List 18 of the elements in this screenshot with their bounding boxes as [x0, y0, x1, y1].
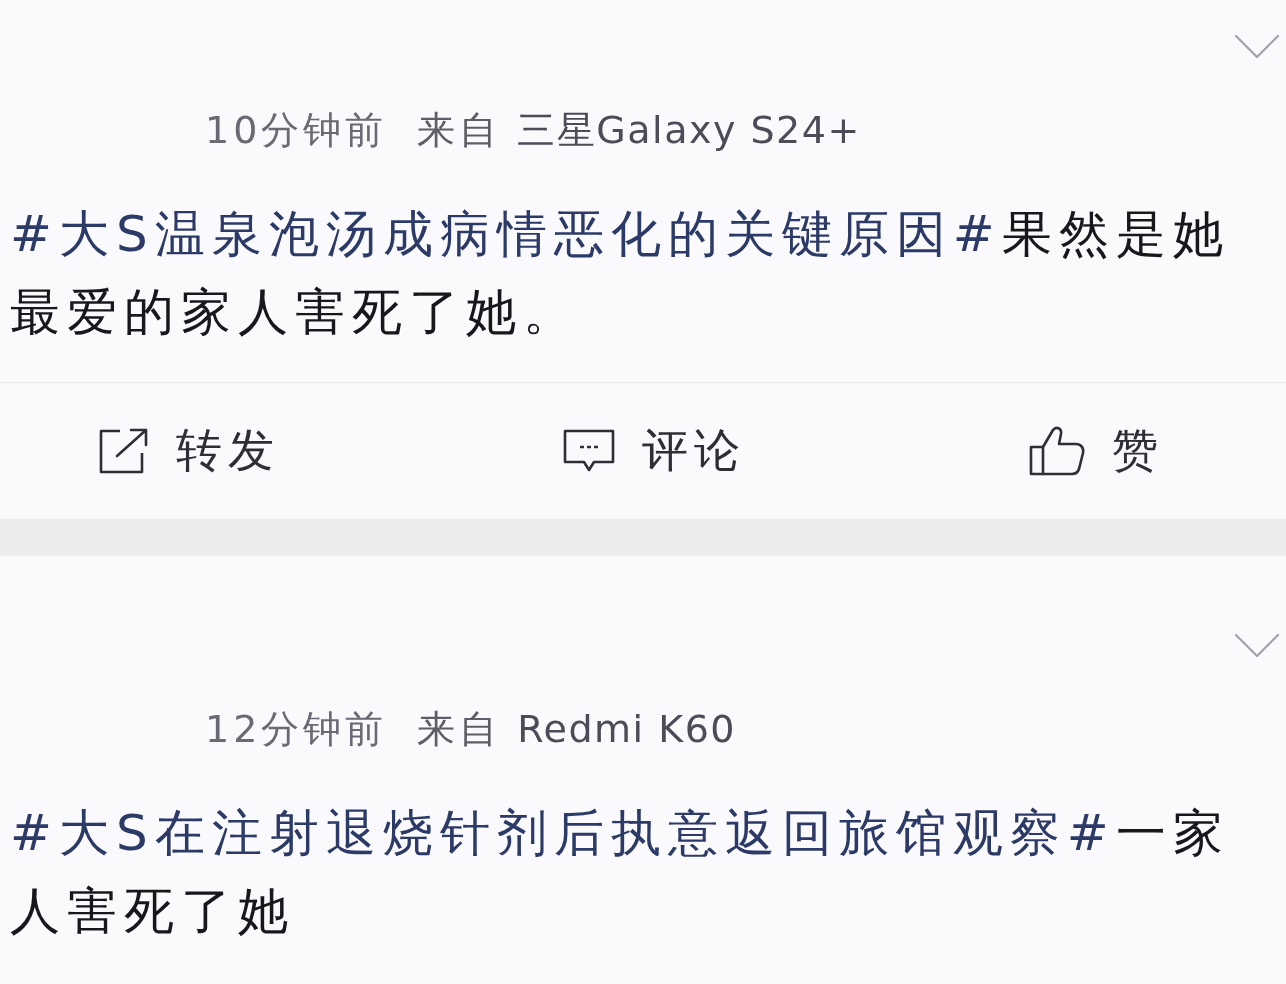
post-text: #大S温泉泡汤成病情恶化的关键原因#果然是她最爱的家人害死了她。 [9, 204, 1231, 343]
repost-button[interactable]: 转发 [98, 420, 280, 482]
post-time: 10分钟前 [205, 107, 388, 154]
like-button[interactable]: 赞 [1028, 420, 1164, 482]
hashtag-link[interactable]: #大S在注射退烧针剂后执意返回旅馆观察# [10, 804, 1116, 862]
device-name: 三星Galaxy S24+ [517, 107, 861, 154]
post-text: #大S在注射退烧针剂后执意返回旅馆观察#一家人害死了她 [9, 803, 1231, 942]
device-name: Redmi K60 [517, 706, 736, 753]
comment-icon [562, 428, 616, 474]
comment-button[interactable]: 评论 [562, 420, 746, 482]
hashtag-link[interactable]: #大S温泉泡汤成病情恶化的关键原因# [10, 205, 1002, 263]
post-time: 12分钟前 [205, 706, 388, 753]
chevron-down-icon[interactable] [1234, 633, 1280, 659]
source-label: 来自 [417, 107, 502, 154]
chevron-down-icon[interactable] [1234, 34, 1280, 60]
thumbs-up-icon [1028, 425, 1086, 477]
source-label: 来自 [417, 706, 502, 753]
share-icon [98, 427, 150, 475]
